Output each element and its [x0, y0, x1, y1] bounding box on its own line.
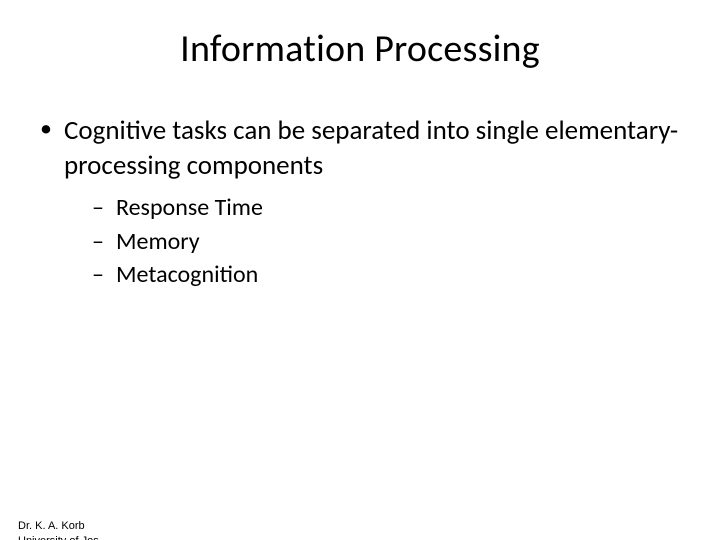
bullet-list-level1: Cognitive tasks can be separated into si…	[38, 114, 682, 292]
slide-content: Cognitive tasks can be separated into si…	[38, 114, 682, 292]
bullet-sub-0: Response Time	[92, 191, 682, 225]
bullet-main: Cognitive tasks can be separated into si…	[38, 114, 682, 292]
bullet-list-level2: Response Time Memory Metacognition	[92, 191, 682, 292]
bullet-main-text: Cognitive tasks can be separated into si…	[64, 114, 678, 182]
slide-title: Information Processing	[0, 26, 720, 72]
bullet-sub-2: Metacognition	[92, 258, 682, 292]
slide-footer: Dr. K. A. Korb University of Jos	[18, 519, 99, 540]
bullet-sub-1: Memory	[92, 225, 682, 259]
footer-affiliation: University of Jos	[18, 534, 99, 540]
footer-author: Dr. K. A. Korb	[18, 519, 99, 533]
